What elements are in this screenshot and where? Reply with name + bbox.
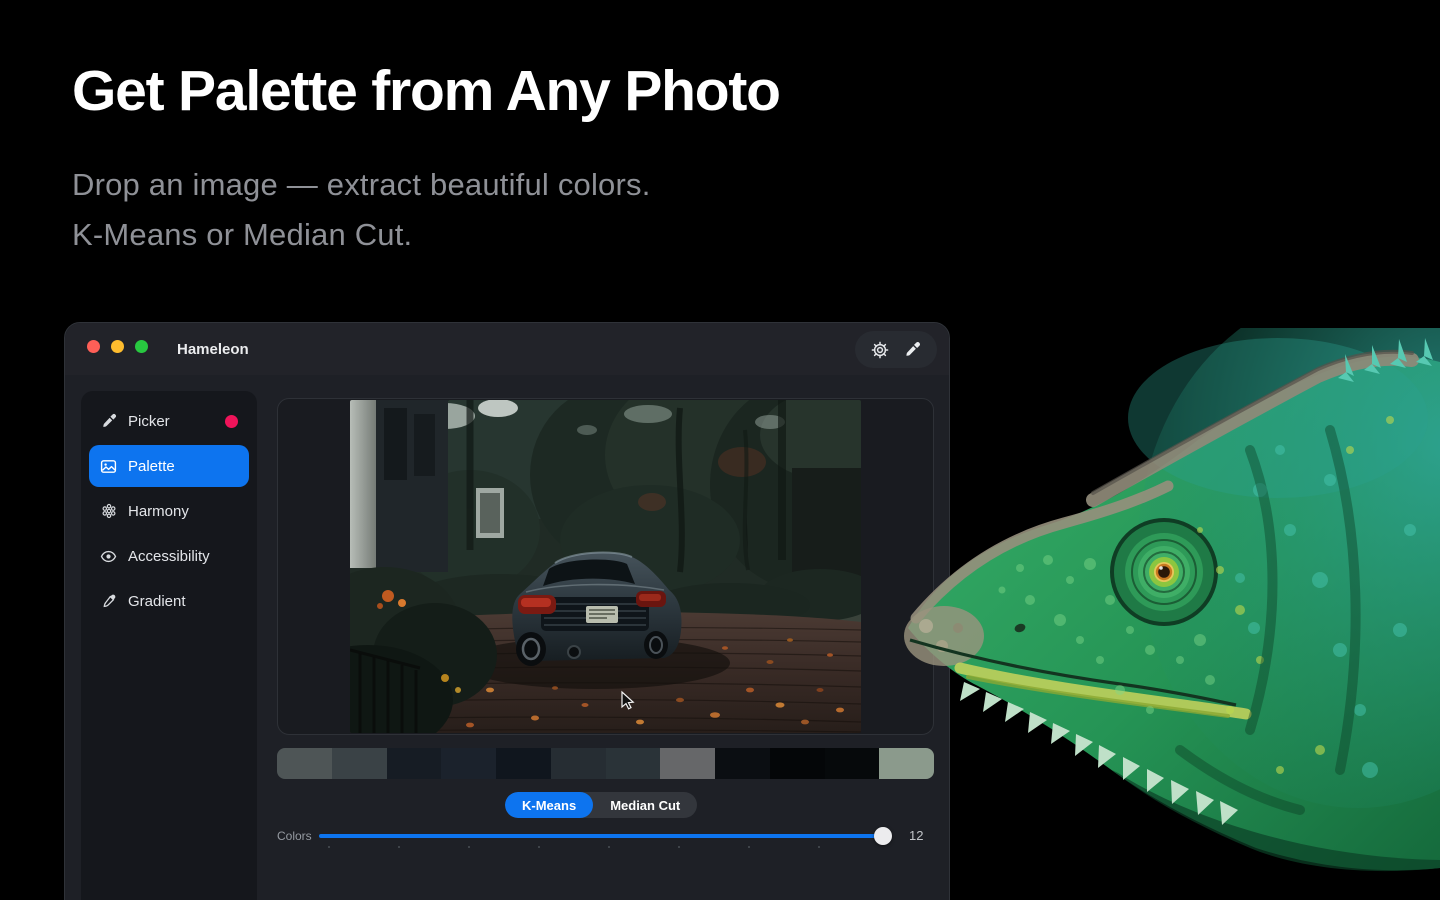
sidebar-item-harmony[interactable]: Harmony [89,490,249,532]
slider-tick [748,846,750,848]
slider-thumb[interactable] [874,827,892,845]
titlebar: Hameleon [65,323,949,375]
sidebar-item-label: Accessibility [128,548,210,565]
palette-swatch[interactable] [825,748,880,779]
sidebar-item-gradient[interactable]: Gradient [89,580,249,622]
palette-swatch[interactable] [387,748,442,779]
palette-swatch[interactable] [277,748,332,779]
palette-swatch[interactable] [606,748,661,779]
traffic-light[interactable] [111,340,124,353]
traffic-lights [87,340,159,358]
brush-icon [100,593,117,610]
sidebar-item-label: Picker [128,413,170,430]
sidebar-item-label: Palette [128,458,175,475]
hero-subtitle-line1: Drop an image — extract beautiful colors… [72,160,651,210]
slider-tick [398,846,400,848]
sidebar: Picker Palette [81,391,257,900]
picker-badge [225,415,238,428]
window-title: Hameleon [177,341,249,358]
app-window: Hameleon [64,322,950,900]
palette-swatch[interactable] [715,748,770,779]
colors-slider[interactable] [319,834,883,838]
chameleon-eye [1112,520,1216,624]
palette-swatch[interactable] [441,748,496,779]
palette-swatch[interactable] [332,748,387,779]
slider-tick [328,846,330,848]
sidebar-item-picker[interactable]: Picker [89,400,249,442]
harmony-icon [100,503,117,520]
traffic-light[interactable] [135,340,148,353]
hero-subtitle: Drop an image — extract beautiful colors… [72,160,651,260]
slider-tick [538,846,540,848]
palette-swatch[interactable] [660,748,715,779]
eyedropper-icon [100,413,117,430]
palette-swatch[interactable] [551,748,606,779]
segment-kmeans[interactable]: K-Means [505,792,593,818]
photo-drop-card[interactable] [277,398,934,735]
slider-tick [818,846,820,848]
hero-title: Get Palette from Any Photo [72,58,780,124]
algorithm-segmented-control: K-Means Median Cut [505,792,697,818]
palette-swatch[interactable] [770,748,825,779]
segment-median-cut[interactable]: Median Cut [593,792,697,818]
slider-tick [468,846,470,848]
slider-tick [678,846,680,848]
page: Get Palette from Any Photo Drop an image… [0,0,1440,900]
sidebar-item-accessibility[interactable]: Accessibility [89,535,249,577]
traffic-light[interactable] [87,340,100,353]
slider-tick [608,846,610,848]
palette-swatch[interactable] [496,748,551,779]
chameleon-image [898,328,1440,900]
slider-ticks [328,846,820,848]
eye-icon [100,548,117,565]
sidebar-item-label: Harmony [128,503,189,520]
gear-icon[interactable] [871,341,889,359]
sidebar-item-palette[interactable]: Palette [89,445,249,487]
palette-strip [277,748,934,779]
photo-preview [350,400,861,733]
hero-subtitle-line2: K-Means or Median Cut. [72,210,651,260]
image-icon [100,458,117,475]
colors-slider-label: Colors [277,829,312,843]
sidebar-item-label: Gradient [128,593,186,610]
car-photo-illustration [350,400,861,733]
